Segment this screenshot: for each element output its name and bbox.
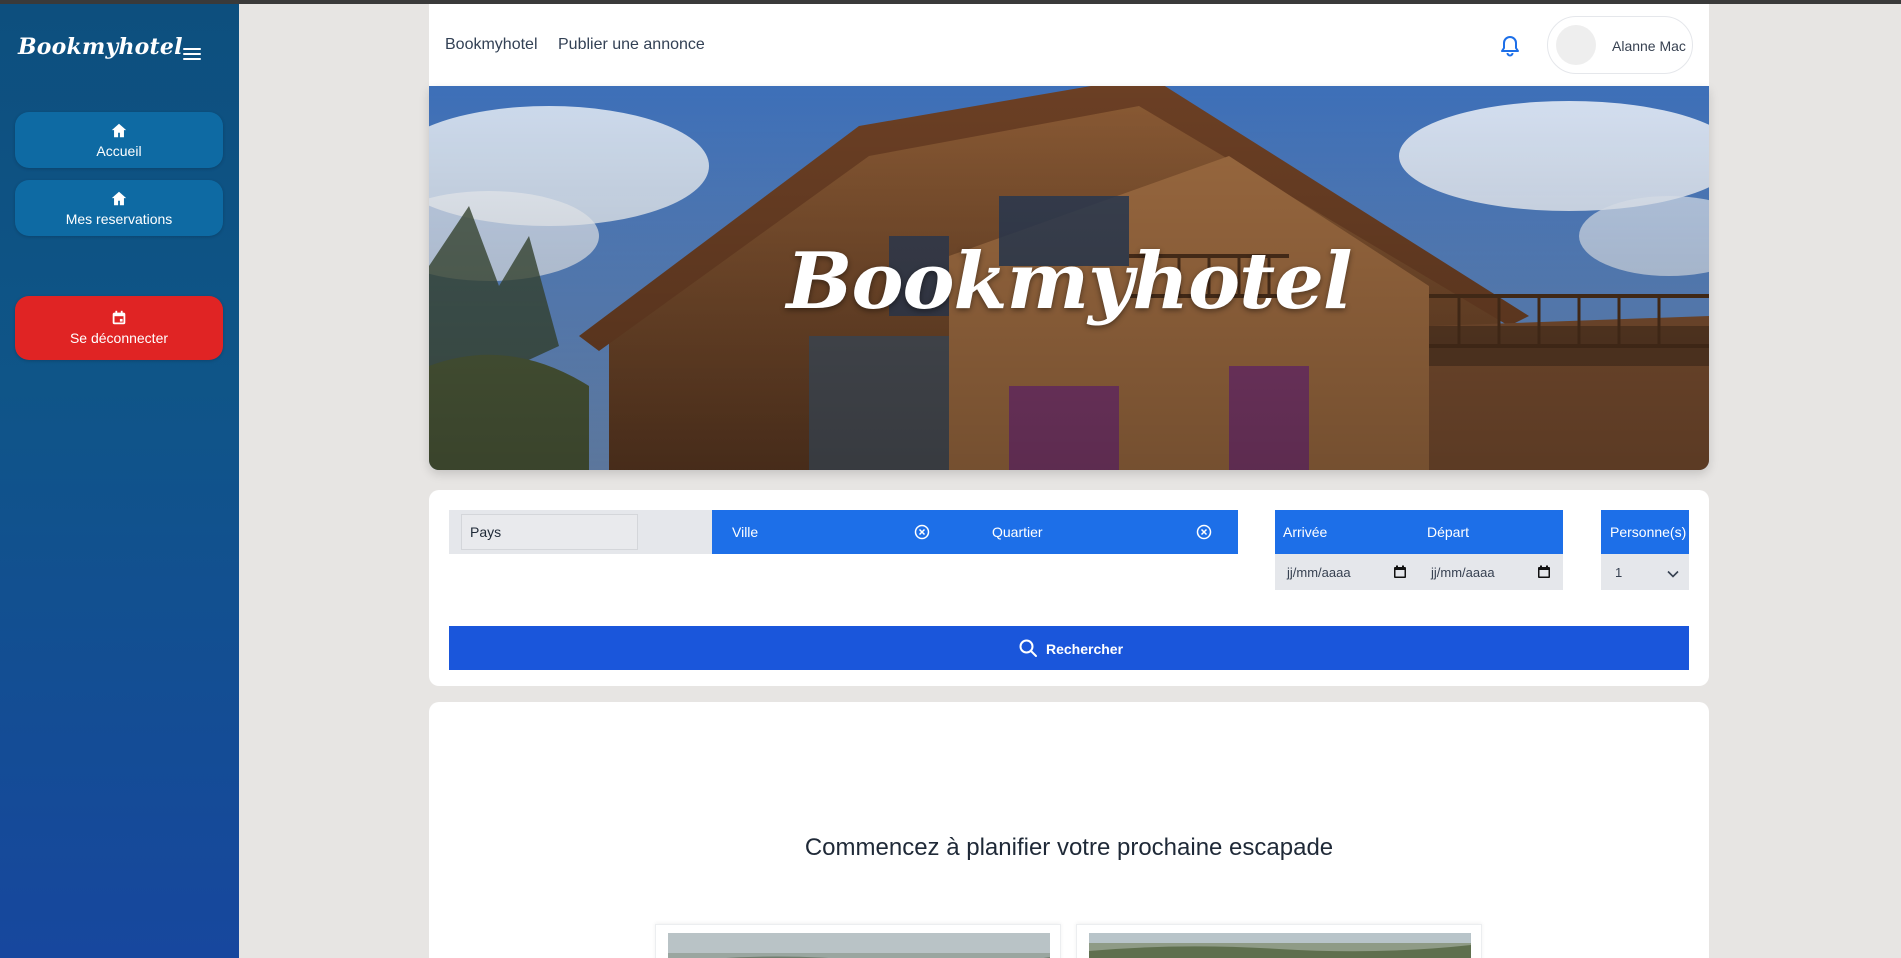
departure-date-value: jj/mm/aaaa [1431,565,1495,580]
top-navbar: Bookmyhotel Publier une annonce Alanne M… [429,4,1709,86]
arrival-date-value: jj/mm/aaaa [1287,565,1351,580]
arrival-date-input[interactable]: jj/mm/aaaa [1275,554,1415,590]
avatar [1556,25,1596,65]
home-icon [110,122,128,140]
chevron-down-icon [1667,567,1679,578]
search-button[interactable]: Rechercher [449,626,1689,670]
country-field: Pays [449,510,712,554]
user-menu[interactable]: Alanne Mac [1547,16,1693,74]
dates-header: Arrivée Départ [1275,510,1563,554]
nav-link-home[interactable]: Bookmyhotel [445,36,538,54]
clear-circle-x-icon[interactable] [914,524,930,540]
search-panel: Pays Ville Quartier Arrivée Départ jj/mm… [429,490,1709,686]
search-icon [1018,638,1038,658]
destination-card[interactable] [1076,924,1482,958]
destinations-section: Commencez à planifier votre prochaine es… [429,702,1709,958]
logout-label: Se déconnecter [69,330,169,346]
hero-title: Bookmyhotel [786,236,1353,327]
notification-bell-icon[interactable] [1499,34,1521,58]
home-icon [110,190,128,208]
persons-value: 1 [1615,565,1623,580]
hero-banner: Bookmyhotel [429,86,1709,470]
calendar-icon[interactable] [1393,565,1407,579]
district-select[interactable]: Quartier [975,510,1238,554]
user-name: Alanne Mac [1612,38,1686,54]
hamburger-menu-icon[interactable] [180,42,204,66]
city-select[interactable]: Ville [712,510,975,554]
destination-image [668,933,1050,958]
nav-link-publish-listing[interactable]: Publier une annonce [558,36,705,54]
persons-select[interactable]: 1 [1601,554,1689,590]
persons-header: Personne(s) [1601,510,1689,554]
country-input[interactable]: Pays [461,514,638,550]
section-title: Commencez à planifier votre prochaine es… [804,834,1334,861]
calendar-icon[interactable] [1537,565,1551,579]
departure-label: Départ [1427,524,1470,540]
district-label: Quartier [992,524,1043,540]
calendar-icon [110,309,128,327]
sidebar-item-mes-reservations[interactable]: Mes reservations [15,180,223,236]
departure-date-input[interactable]: jj/mm/aaaa [1419,554,1559,590]
logout-button[interactable]: Se déconnecter [15,296,223,360]
destination-card[interactable] [655,924,1061,958]
sidebar-item-label: Accueil [96,143,142,159]
sidebar-item-label: Mes reservations [65,211,173,227]
destination-image [1089,933,1471,958]
arrival-label: Arrivée [1283,524,1328,540]
search-button-label: Rechercher [1046,641,1124,657]
dates-inputs: jj/mm/aaaa jj/mm/aaaa [1275,554,1563,590]
persons-label: Personne(s) [1610,524,1687,540]
sidebar: Bookmyhotel Accueil Mes reservations Se … [0,4,239,958]
sidebar-brand-logo[interactable]: Bookmyhotel [18,34,183,60]
sidebar-item-accueil[interactable]: Accueil [15,112,223,168]
city-label: Ville [732,524,759,540]
clear-circle-x-icon[interactable] [1196,524,1212,540]
